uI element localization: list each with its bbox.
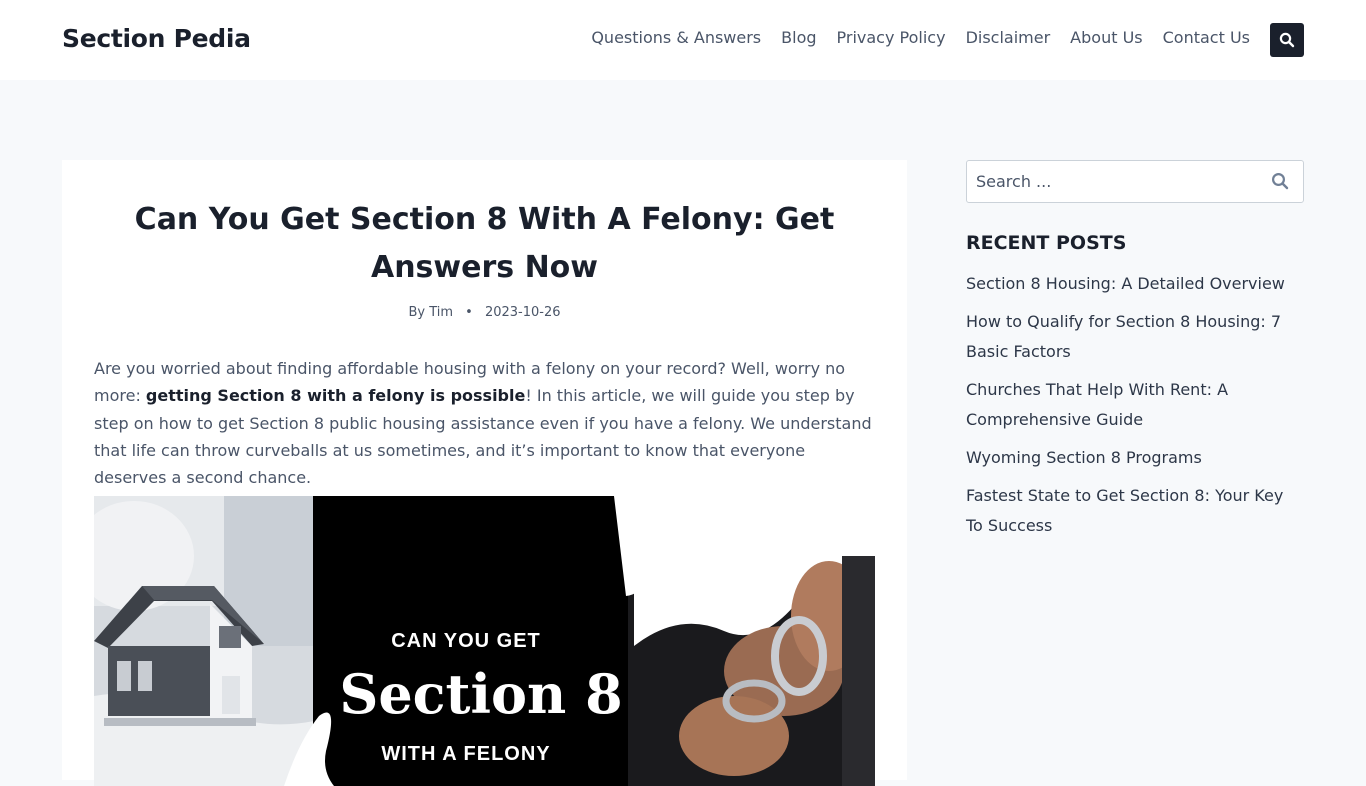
nav-disclaimer[interactable]: Disclaimer — [966, 28, 1051, 47]
primary-nav: Questions & Answers Blog Privacy Policy … — [571, 28, 1250, 47]
article-author[interactable]: By Tim — [408, 305, 453, 320]
hero-line-3: WITH A FELONY — [381, 743, 550, 765]
recent-post-link[interactable]: Churches That Help With Rent: A Comprehe… — [966, 375, 1304, 435]
nav-blog[interactable]: Blog — [781, 28, 816, 47]
search-icon — [1271, 172, 1289, 190]
sidebar-search-input[interactable] — [967, 161, 1257, 202]
meta-separator-icon: • — [465, 305, 473, 320]
article-card: Can You Get Section 8 With A Felony: Get… — [62, 160, 907, 786]
recent-post-link[interactable]: How to Qualify for Section 8 Housing: 7 … — [966, 307, 1304, 367]
article-date: 2023-10-26 — [484, 305, 561, 320]
hero-image: CAN YOU GET Section 8 WITH A FELONY — [94, 496, 875, 786]
recent-posts-heading: RECENT POSTS — [966, 232, 1127, 254]
hero-line-2: Section 8 — [339, 662, 622, 726]
recent-post-link[interactable]: Fastest State to Get Section 8: Your Key… — [966, 481, 1304, 541]
nav-contact-us[interactable]: Contact Us — [1163, 28, 1250, 47]
recent-post-link[interactable]: Section 8 Housing: A Detailed Overview — [966, 269, 1304, 299]
recent-post-link[interactable]: Wyoming Section 8 Programs — [966, 443, 1304, 473]
hero-line-1: CAN YOU GET — [391, 630, 541, 652]
site-logo[interactable]: Section Pedia — [62, 24, 251, 53]
search-icon — [1279, 32, 1295, 48]
nav-questions-answers[interactable]: Questions & Answers — [591, 28, 761, 47]
recent-posts-list: Section 8 Housing: A Detailed Overview H… — [966, 269, 1304, 549]
article-meta: By Tim • 2023-10-26 — [62, 305, 907, 320]
article-intro: Are you worried about finding affordable… — [94, 355, 875, 491]
sidebar-search-button[interactable] — [1271, 172, 1289, 194]
article-title: Can You Get Section 8 With A Felony: Get… — [134, 202, 835, 285]
nav-about-us[interactable]: About Us — [1070, 28, 1142, 47]
header-search-button[interactable] — [1270, 23, 1304, 57]
site-header: Section Pedia Questions & Answers Blog P… — [0, 0, 1366, 80]
intro-bold: getting Section 8 with a felony is possi… — [145, 386, 526, 406]
sidebar-search-form — [966, 160, 1304, 203]
hero-graphic: CAN YOU GET Section 8 WITH A FELONY — [94, 496, 875, 786]
nav-privacy-policy[interactable]: Privacy Policy — [837, 28, 946, 47]
